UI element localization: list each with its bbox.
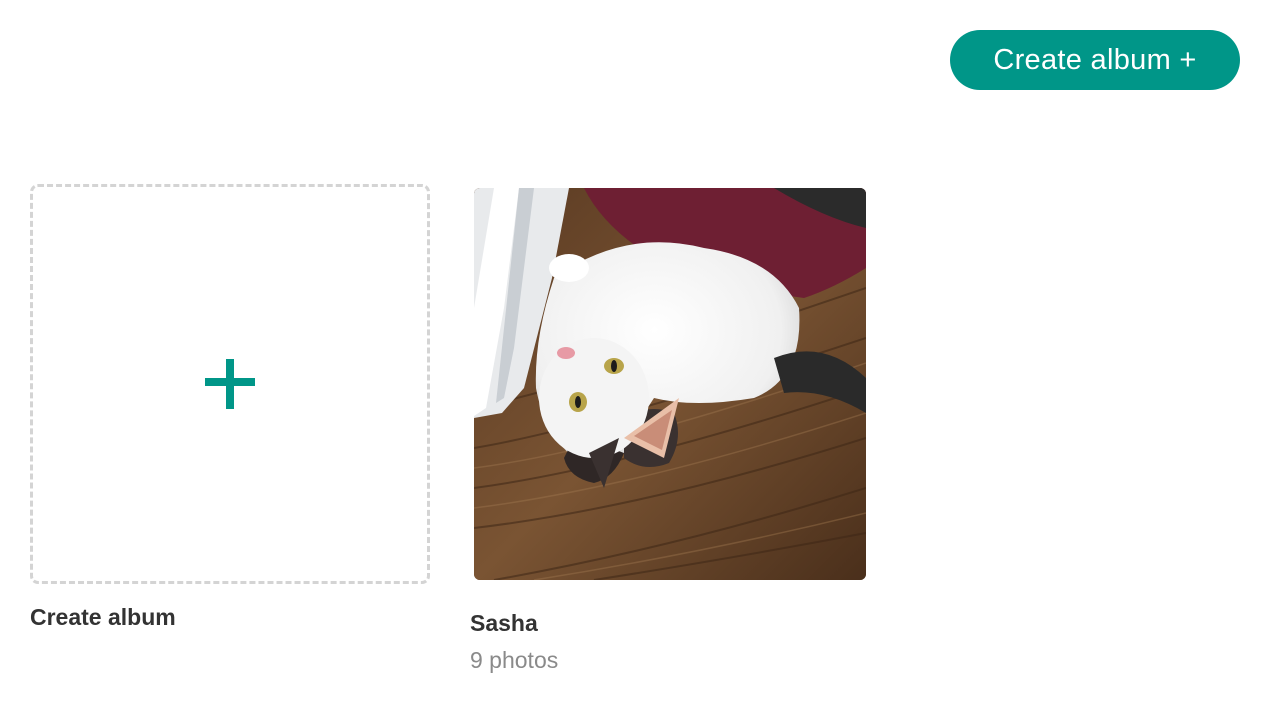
album-title[interactable]: Sasha xyxy=(470,610,538,637)
create-album-button[interactable]: Create album + xyxy=(950,30,1240,90)
album-photo-count: 9 photos xyxy=(470,647,559,673)
album-cover-photo[interactable] xyxy=(474,188,866,580)
plus-icon xyxy=(205,359,255,409)
cat-photo xyxy=(474,188,866,580)
albums-page: Create album + Create album Sasha 9 phot… xyxy=(0,0,1278,720)
new-album-label: Create album xyxy=(30,604,176,630)
new-album-tile[interactable] xyxy=(30,184,430,584)
